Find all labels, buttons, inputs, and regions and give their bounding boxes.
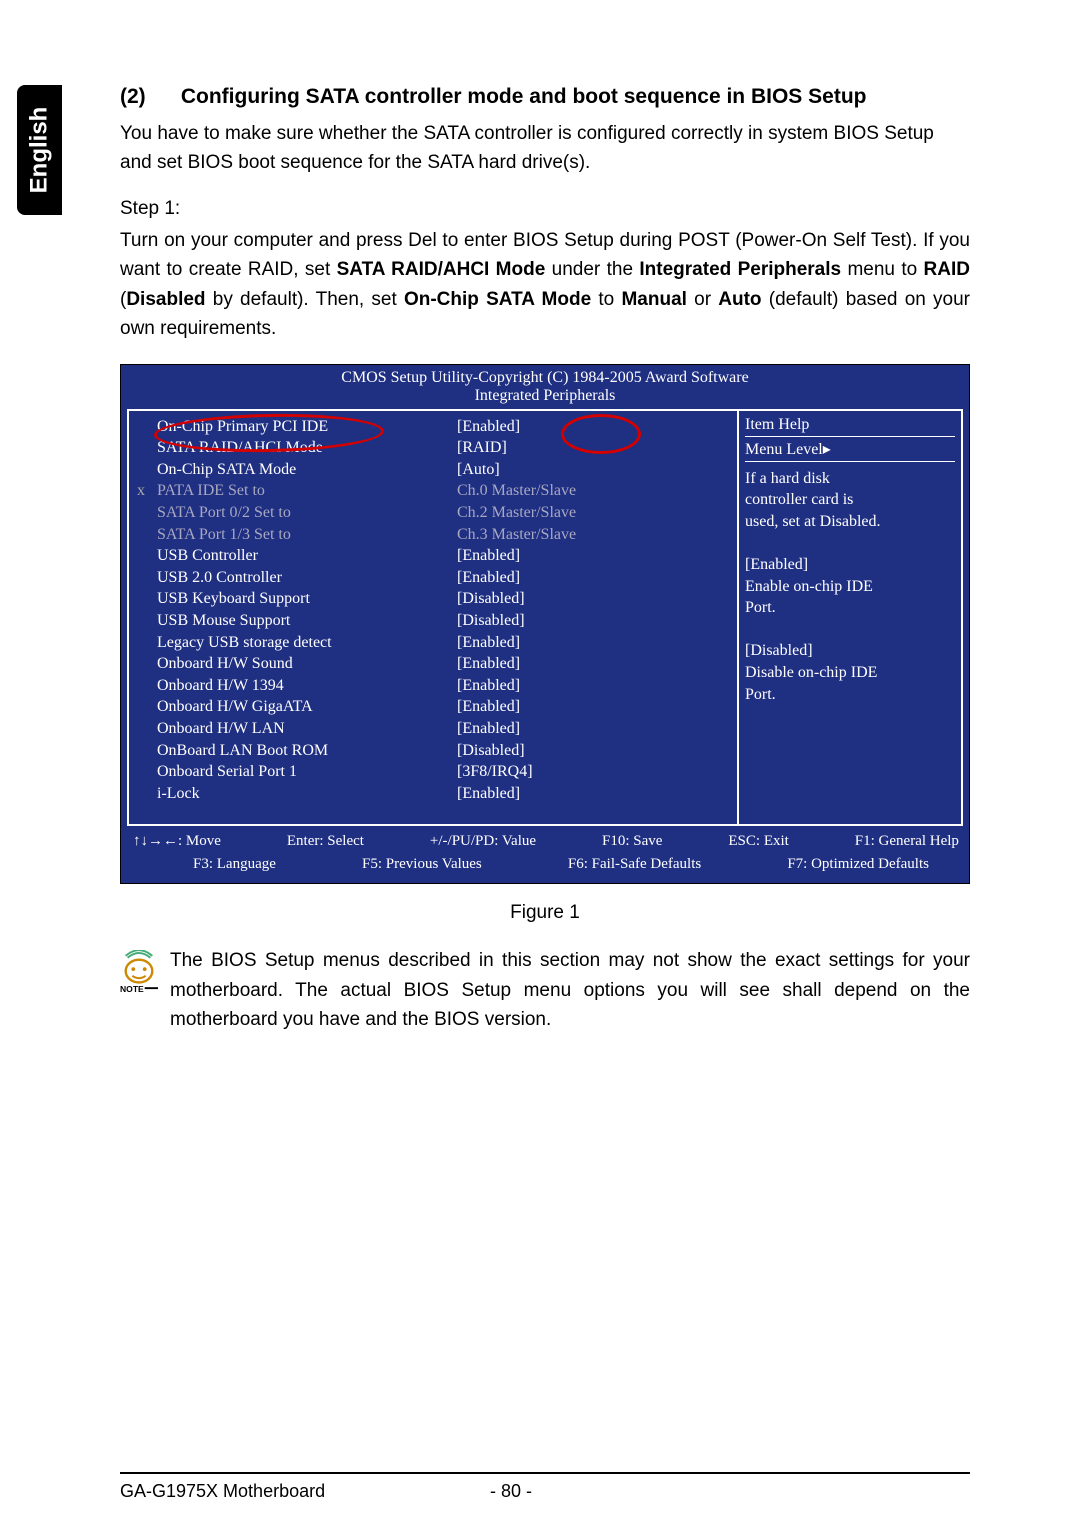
bios-settings-panel: On-Chip Primary PCI IDE[Enabled]SATA RAI…	[127, 409, 737, 827]
bios-setting-row: USB Mouse Support[Disabled]	[137, 610, 737, 632]
svg-text:NOTE: NOTE	[120, 984, 144, 994]
bios-footer: ↑↓→←: MoveEnter: Select+/-/PU/PD: ValueF…	[121, 826, 969, 883]
bios-footer-hint: F10: Save	[602, 830, 662, 853]
bios-setting-row: USB Controller[Enabled]	[137, 545, 737, 567]
bios-setting-row: USB 2.0 Controller[Enabled]	[137, 567, 737, 589]
bios-header: CMOS Setup Utility-Copyright (C) 1984-20…	[121, 365, 969, 387]
page-footer: GA-G1975X Motherboard - 80 -	[120, 1481, 970, 1502]
bios-setting-row: Onboard H/W GigaATA[Enabled]	[137, 696, 737, 718]
bios-footer-hint: F5: Previous Values	[362, 853, 482, 876]
bios-setting-row: Onboard Serial Port 1[3F8/IRQ4]	[137, 761, 737, 783]
bios-setting-row: SATA Port 0/2 Set toCh.2 Master/Slave	[137, 502, 737, 524]
bios-setting-row: On-Chip Primary PCI IDE[Enabled]	[137, 416, 737, 438]
bios-setting-row: SATA Port 1/3 Set toCh.3 Master/Slave	[137, 524, 737, 546]
footer-product: GA-G1975X Motherboard	[120, 1481, 490, 1502]
section-heading: (2) Configuring SATA controller mode and…	[120, 85, 970, 109]
intro-paragraph: You have to make sure whether the SATA c…	[120, 119, 970, 178]
note-text: The BIOS Setup menus described in this s…	[170, 946, 970, 1034]
bios-setting-row: On-Chip SATA Mode[Auto]	[137, 459, 737, 481]
bios-footer-hint: F6: Fail-Safe Defaults	[568, 853, 701, 876]
bios-setting-row: USB Keyboard Support[Disabled]	[137, 588, 737, 610]
bios-setting-row: OnBoard LAN Boot ROM[Disabled]	[137, 740, 737, 762]
bios-setting-row: i-Lock[Enabled]	[137, 783, 737, 805]
step-paragraph: Turn on your computer and press Del to e…	[120, 226, 970, 344]
bios-setting-row: Legacy USB storage detect[Enabled]	[137, 632, 737, 654]
figure-caption: Figure 1	[120, 902, 970, 924]
heading-number: (2)	[120, 85, 175, 109]
footer-page-number: - 80 -	[490, 1481, 970, 1502]
note-block: NOTE The BIOS Setup menus described in t…	[120, 946, 970, 1034]
bios-footer-hint: Enter: Select	[287, 830, 364, 853]
help-text: If a hard diskcontroller card isused, se…	[745, 468, 955, 706]
bios-footer-hint: ESC: Exit	[728, 830, 788, 853]
bios-footer-hint: F7: Optimized Defaults	[787, 853, 929, 876]
bios-footer-hint: F3: Language	[193, 853, 276, 876]
note-icon: NOTE	[120, 950, 158, 999]
bios-footer-hint: F1: General Help	[855, 830, 959, 853]
step-label: Step 1:	[120, 198, 970, 220]
bios-footer-hint: +/-/PU/PD: Value	[430, 830, 536, 853]
menu-level: Menu Level▸	[745, 439, 955, 462]
bios-setting-row: Onboard H/W Sound[Enabled]	[137, 653, 737, 675]
bios-subheader: Integrated Peripherals	[121, 387, 969, 409]
bios-footer-hint: ↑↓→←: Move	[133, 830, 221, 853]
footer-divider	[120, 1472, 970, 1474]
bios-screenshot: CMOS Setup Utility-Copyright (C) 1984-20…	[120, 364, 970, 885]
bios-setting-row: Onboard H/W 1394[Enabled]	[137, 675, 737, 697]
heading-title: Configuring SATA controller mode and boo…	[181, 85, 867, 108]
bios-setting-row: Onboard H/W LAN[Enabled]	[137, 718, 737, 740]
bios-setting-row: xPATA IDE Set toCh.0 Master/Slave	[137, 480, 737, 502]
item-help-title: Item Help	[745, 416, 955, 437]
bios-setting-row: SATA RAID/AHCI Mode[RAID]	[137, 437, 737, 459]
bios-help-panel: Item Help Menu Level▸ If a hard diskcont…	[737, 409, 963, 827]
